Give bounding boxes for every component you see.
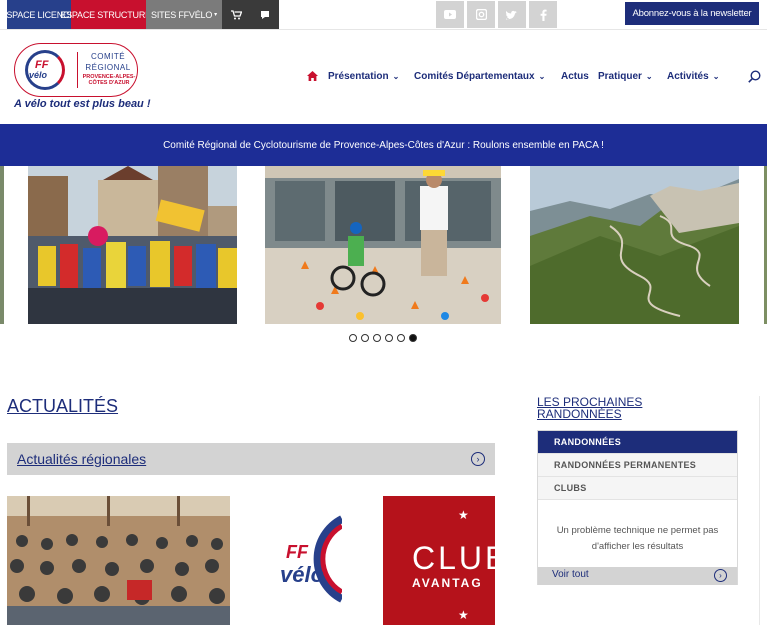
youtube-icon [444,10,456,19]
facebook-link[interactable] [529,1,557,28]
tab-clubs[interactable]: CLUBS [538,477,737,500]
sidebar-divider [759,396,760,625]
chevron-down-icon: ▾ [214,12,217,18]
slider-dot[interactable] [397,334,405,342]
logo-velo: vélo [29,70,48,80]
photo-slider [0,166,767,346]
home-icon [307,71,318,81]
meeting-photo [7,496,230,625]
club-subtitle: AVANTAG [412,576,483,590]
youtube-link[interactable] [436,1,464,28]
top-bar: ESPACE LICENCIE ESPACE STRUCTURES SITES … [0,0,767,30]
espace-structures-link[interactable]: ESPACE STRUCTURES [60,0,157,29]
logo-ff-text: FF vélo [29,60,48,81]
chevron-right-circle-icon: › [714,569,727,582]
news-card-meeting[interactable] [7,496,230,625]
cart-button[interactable] [222,0,250,29]
error-message: Un problème technique ne permet pas d'af… [556,525,719,552]
nav-actus[interactable]: Actus [561,69,589,83]
chat-icon [260,10,269,19]
voir-tout-label: Voir tout [552,569,589,580]
cart-icon [230,9,242,19]
nav-presentation[interactable]: Présentation ⌄ [328,69,399,83]
chat-button[interactable] [250,0,279,29]
slider-dot-active[interactable] [409,334,417,342]
slide-kid-bike[interactable] [265,166,501,324]
nav-activites[interactable]: Activités ⌄ [667,69,719,83]
club-logo-velo: vélo [280,562,325,587]
newsletter-button[interactable]: Abonnez-vous à la newsletter [625,2,759,25]
logo-region: PROVENCE-ALPES-CÔTES D'AZUR [82,74,136,86]
chevron-down-icon: ⌄ [392,71,400,81]
chevron-down-icon: ⌄ [538,71,546,81]
nav-presentation-label: Présentation [328,70,389,82]
randonnees-widget: RANDONNÉES RANDONNÉES PERMANENTES CLUBS … [537,430,738,585]
facebook-icon [540,9,547,21]
kid-bike-photo [265,166,501,324]
slider-dot[interactable] [373,334,381,342]
instagram-link[interactable] [467,1,495,28]
search-icon [748,69,761,83]
logo-comite: COMITÉ [90,52,126,61]
instagram-icon [475,9,487,20]
twitter-icon [506,10,517,19]
logo-regional: RÉGIONAL [85,63,131,72]
prochaines-randonnees-title[interactable]: LES PROCHAINES RANDONNÉES [537,396,672,420]
nav-comites-label: Comités Départementaux [414,70,535,82]
intro-banner-text: Comité Régional de Cyclotourisme de Prov… [163,139,604,151]
actualites-title[interactable]: ACTUALITÉS [7,396,118,417]
nav-comites-departementaux[interactable]: Comités Départementaux ⌄ [414,69,545,83]
tab-randonnees[interactable]: RANDONNÉES [538,431,737,454]
slider-pagination [349,334,417,342]
actualites-regionales-label: Actualités régionales [17,451,147,467]
nav-pratiquer-label: Pratiquer [598,70,642,82]
star-icon: ★ [458,608,469,622]
slide-cyclists-city[interactable] [28,166,237,324]
nav-pratiquer[interactable]: Pratiquer ⌄ [598,69,653,83]
actualites-regionales-bar[interactable]: Actualités régionales › [7,443,495,475]
cyclists-photo [28,166,237,324]
chevron-down-icon: ⌄ [712,71,720,81]
site-logo[interactable]: FF vélo COMITÉ RÉGIONAL PROVENCE-ALPES-C… [14,43,138,97]
news-card-club-avantages[interactable]: FF vélo ★ ★ CLUB AVANTAG [272,496,495,625]
chevron-right-circle-icon: › [471,452,485,466]
star-icon: ★ [458,508,469,522]
mountain-road-photo [530,166,739,324]
slide-edge-left[interactable] [0,166,4,324]
intro-banner: Comité Régional de Cyclotourisme de Prov… [0,124,767,166]
club-logo-ff: FF [286,542,308,562]
site-tagline: A vélo tout est plus beau ! [14,98,151,110]
logo-separator [77,52,78,88]
search-button[interactable] [748,69,762,83]
slider-dot[interactable] [361,334,369,342]
tab-randonnees-permanentes[interactable]: RANDONNÉES PERMANENTES [538,454,737,477]
slide-mountain-road[interactable] [530,166,739,324]
sites-ffvelo-label: SITES FFVÉLO [151,9,213,20]
page: ESPACE LICENCIE ESPACE STRUCTURES SITES … [0,0,767,625]
club-title: CLUB [412,540,495,576]
site-header: FF vélo COMITÉ RÉGIONAL PROVENCE-ALPES-C… [0,30,767,124]
slider-dot[interactable] [385,334,393,342]
nav-activites-label: Activités [667,70,709,82]
sites-ffvelo-dropdown[interactable]: SITES FFVÉLO ▾ [146,0,222,29]
home-link[interactable] [307,69,319,83]
twitter-link[interactable] [498,1,526,28]
voir-tout-link[interactable]: Voir tout › [538,567,737,585]
slider-dot[interactable] [349,334,357,342]
chevron-down-icon: ⌄ [645,71,653,81]
